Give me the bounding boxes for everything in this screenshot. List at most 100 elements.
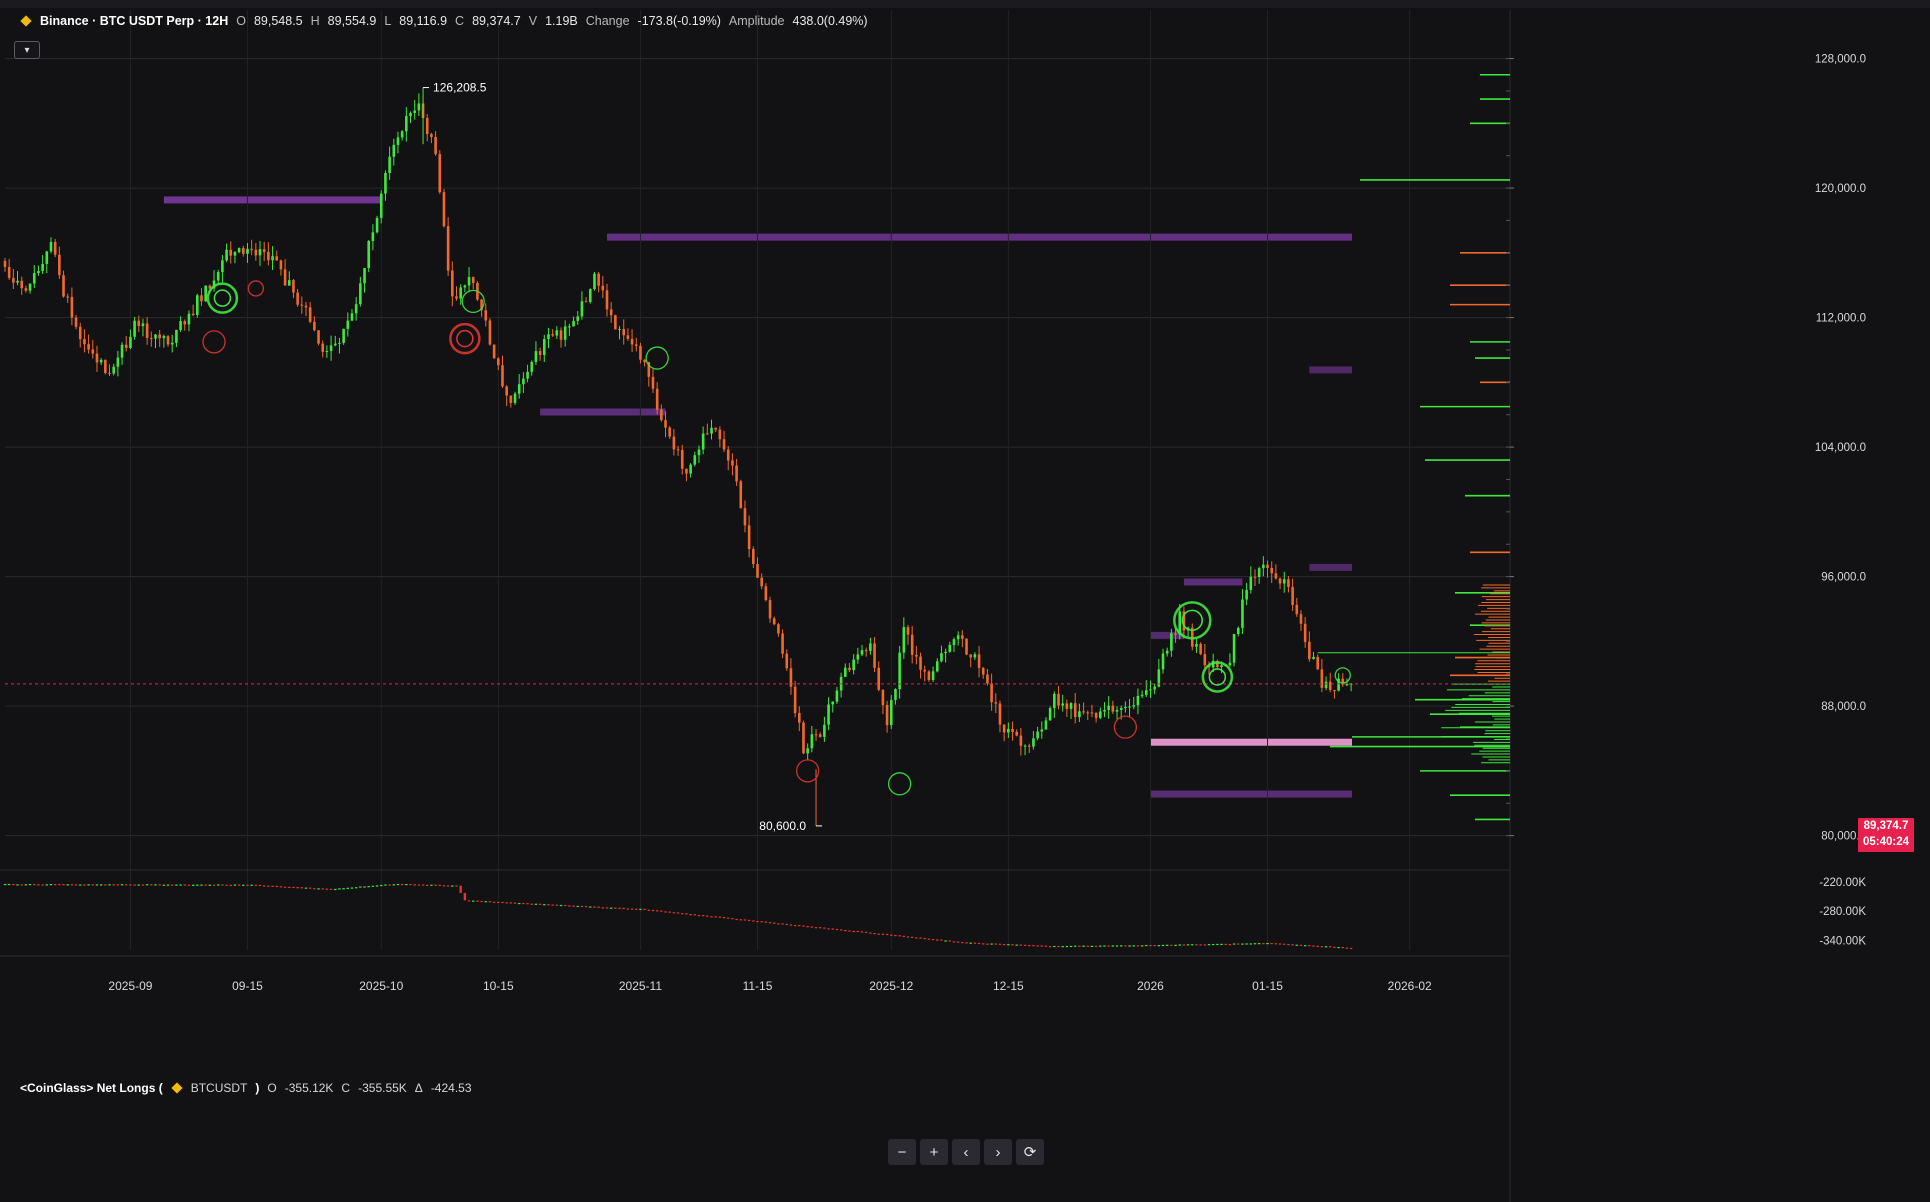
net-longs-bar bbox=[685, 913, 688, 915]
net-longs-bar bbox=[1120, 945, 1123, 947]
candle-body bbox=[400, 131, 404, 138]
candle-body bbox=[1287, 579, 1290, 587]
candle-body bbox=[873, 643, 876, 668]
candle-body bbox=[927, 671, 931, 680]
candle-body bbox=[781, 633, 784, 654]
net-longs-bar bbox=[137, 884, 140, 886]
net-longs-bar bbox=[927, 938, 931, 940]
net-longs-bar bbox=[597, 906, 600, 908]
candle-body bbox=[308, 307, 312, 322]
amplitude-label: Amplitude bbox=[728, 14, 785, 28]
candle-body bbox=[1253, 576, 1257, 578]
candle-body bbox=[1011, 728, 1014, 732]
candle-body bbox=[1007, 728, 1010, 733]
reset-button[interactable]: ⟳ bbox=[1016, 1139, 1044, 1165]
net-longs-bar bbox=[191, 884, 195, 886]
net-longs-bar bbox=[885, 933, 889, 936]
indicator-title: <CoinGlass> Net Longs ( bbox=[20, 1081, 163, 1095]
net-longs-bar bbox=[208, 884, 212, 886]
candle-body bbox=[1328, 681, 1332, 690]
candle-body bbox=[392, 144, 396, 157]
amplitude-value: 438.0(0.49%) bbox=[792, 14, 868, 28]
scroll-right-button[interactable]: › bbox=[984, 1139, 1012, 1165]
candle-body bbox=[1228, 662, 1232, 666]
net-longs-bar bbox=[1211, 943, 1215, 946]
net-longs-bar bbox=[518, 902, 521, 905]
net-longs-bar bbox=[279, 886, 283, 888]
net-longs-bar bbox=[538, 903, 542, 905]
zoom-in-button[interactable]: + bbox=[920, 1139, 948, 1165]
price-tick-label: 128,000.0 bbox=[1815, 54, 1866, 66]
net-longs-bar bbox=[79, 884, 82, 886]
net-longs-bar bbox=[764, 921, 768, 923]
net-longs-bar bbox=[660, 910, 663, 912]
candle-body bbox=[1199, 643, 1202, 655]
net-longs-bar bbox=[785, 923, 788, 926]
candle-countdown: 05:40:24 bbox=[1862, 836, 1910, 848]
candle-body bbox=[112, 366, 115, 374]
net-longs-bar bbox=[45, 884, 49, 886]
net-longs-bar bbox=[773, 922, 776, 924]
indicator-open-label: O bbox=[267, 1081, 277, 1095]
net-longs-bar bbox=[1241, 943, 1244, 945]
net-longs-bar bbox=[1257, 943, 1261, 945]
net-longs-bar bbox=[1299, 944, 1303, 946]
net-longs-bar bbox=[543, 904, 546, 906]
net-longs-bar bbox=[823, 927, 826, 929]
net-longs-bar bbox=[760, 921, 763, 923]
candle-body bbox=[463, 285, 467, 288]
candle-body bbox=[170, 342, 174, 345]
net-longs-tick-label: -220.00K bbox=[1819, 877, 1866, 889]
zoom-out-button[interactable]: − bbox=[888, 1139, 916, 1165]
net-longs-bar bbox=[961, 941, 964, 944]
candle-body bbox=[108, 372, 111, 374]
net-longs-bar bbox=[171, 884, 174, 886]
net-longs-bar bbox=[735, 918, 738, 921]
candle-body bbox=[714, 427, 717, 430]
net-longs-bar bbox=[1186, 944, 1190, 946]
candle-body bbox=[685, 468, 688, 474]
net-longs-bar bbox=[1170, 944, 1173, 946]
candle-body bbox=[333, 343, 337, 346]
net-longs-bar bbox=[1303, 945, 1307, 947]
net-longs-bar bbox=[1149, 944, 1152, 947]
candle-body bbox=[622, 328, 626, 336]
net-longs-bar bbox=[877, 933, 880, 935]
scroll-left-button[interactable]: ‹ bbox=[952, 1139, 980, 1165]
candle-body bbox=[1061, 703, 1064, 706]
candle-body bbox=[70, 296, 74, 318]
net-longs-bar bbox=[743, 919, 747, 921]
candle-body bbox=[981, 667, 985, 675]
time-tick-label: 01-15 bbox=[1252, 979, 1283, 993]
net-longs-bar bbox=[710, 916, 713, 918]
candle-body bbox=[150, 337, 153, 339]
net-longs-bar bbox=[923, 937, 926, 940]
net-longs-bar bbox=[467, 900, 471, 902]
net-longs-bar bbox=[484, 901, 487, 903]
net-longs-bar bbox=[873, 933, 876, 935]
candle-body bbox=[777, 624, 780, 634]
candle-body bbox=[889, 700, 893, 726]
candle-body bbox=[572, 320, 575, 327]
symbol-title: Binance · BTC USDT Perp · 12H bbox=[40, 14, 229, 28]
liquidity-band bbox=[1150, 738, 1352, 746]
candle-body bbox=[1249, 576, 1253, 590]
candle-body bbox=[1299, 614, 1303, 624]
net-longs-bar bbox=[580, 905, 584, 908]
net-longs-bar bbox=[505, 902, 508, 904]
net-longs-bar bbox=[225, 884, 228, 886]
candle-body bbox=[793, 686, 797, 714]
candle-body bbox=[1086, 712, 1090, 714]
chevron-down-icon: ▾ bbox=[24, 44, 30, 56]
net-longs-bar bbox=[334, 888, 337, 891]
candle-body bbox=[237, 248, 241, 253]
net-longs-bar bbox=[718, 916, 722, 918]
net-longs-bar bbox=[747, 919, 751, 922]
candle-body bbox=[802, 722, 805, 754]
chart-canvas[interactable]: 80,000.088,000.096,000.0104,000.0112,000… bbox=[0, 0, 1930, 1202]
net-longs-bar bbox=[1111, 945, 1115, 947]
net-longs-bar bbox=[1140, 945, 1144, 947]
candle-body bbox=[814, 734, 818, 736]
collapse-legend-button[interactable]: ▾ bbox=[14, 41, 40, 59]
net-longs-bar bbox=[116, 884, 120, 886]
